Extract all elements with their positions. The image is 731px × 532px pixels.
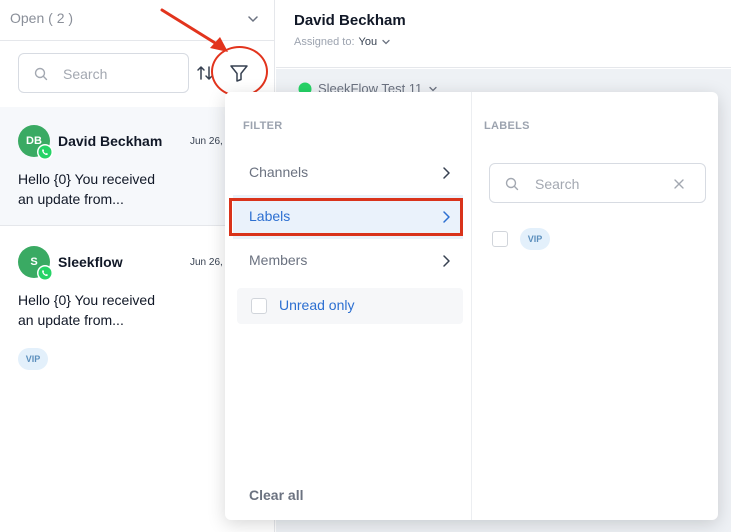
label-search-input[interactable]: [535, 173, 665, 195]
chevron-right-icon: [443, 255, 450, 267]
message-preview-line: Hello {0} You received: [18, 292, 155, 308]
contact-name: Sleekflow: [58, 254, 123, 270]
menu-item-label: Members: [249, 252, 308, 268]
chevron-down-icon: [248, 16, 258, 23]
clear-all-button[interactable]: Clear all: [249, 487, 303, 503]
chevron-down-icon: [382, 39, 390, 45]
assignee-name: You: [358, 36, 378, 48]
chevron-right-icon: [443, 167, 450, 179]
unread-only-checkbox[interactable]: [251, 298, 267, 314]
contact-name: David Beckham: [58, 133, 163, 149]
message-date: Jun 26,: [190, 257, 223, 268]
message-preview-line: an update from...: [18, 191, 124, 207]
menu-item-label: Channels: [249, 164, 309, 180]
inbox-search-input[interactable]: [63, 63, 181, 85]
filter-heading: FILTER: [243, 120, 283, 132]
message-preview-line: Hello {0} You received: [18, 171, 155, 187]
chat-header: David Beckham Assigned to: You: [276, 0, 731, 68]
label-tag: VIP: [520, 228, 550, 250]
status-label: Open ( 2 ): [10, 10, 74, 26]
message-preview-line: an update from...: [18, 312, 124, 328]
label-option-vip[interactable]: VIP: [492, 228, 582, 252]
label-checkbox[interactable]: [492, 231, 508, 247]
filter-menu-members[interactable]: Members: [233, 239, 463, 283]
label-search[interactable]: [489, 163, 706, 203]
whatsapp-icon: [37, 144, 53, 160]
filter-menu-channels[interactable]: Channels: [233, 151, 463, 195]
assignee-selector[interactable]: Assigned to: You: [294, 36, 391, 48]
whatsapp-icon: [37, 265, 53, 281]
filter-dropdown: FILTER Channels Labels Members Unread on…: [225, 92, 718, 520]
close-icon[interactable]: [672, 177, 686, 191]
annotation-arrow-icon: [160, 8, 228, 52]
search-icon: [505, 177, 519, 191]
divider: [471, 92, 472, 520]
message-date: Jun 26,: [190, 136, 223, 147]
label-tag: VIP: [18, 348, 48, 370]
labels-heading: LABELS: [484, 120, 530, 132]
annotation-highlight-box: [229, 198, 463, 236]
search-icon: [34, 67, 48, 81]
unread-only-label: Unread only: [279, 297, 355, 313]
unread-only-option[interactable]: Unread only: [237, 288, 463, 324]
assigned-label: Assigned to:: [294, 36, 355, 48]
chat-contact-name: David Beckham: [294, 12, 406, 29]
